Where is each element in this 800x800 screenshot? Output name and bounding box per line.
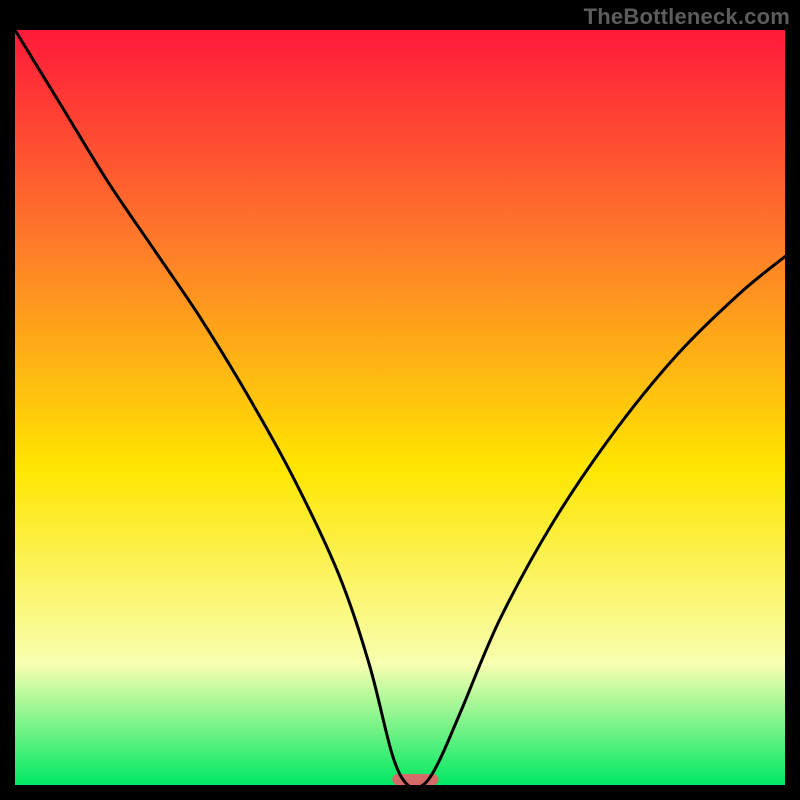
plot-area [15, 30, 785, 785]
chart-frame: TheBottleneck.com [0, 0, 800, 800]
watermark-text: TheBottleneck.com [584, 4, 790, 30]
gradient-background [15, 30, 785, 785]
bottleneck-chart [15, 30, 785, 785]
